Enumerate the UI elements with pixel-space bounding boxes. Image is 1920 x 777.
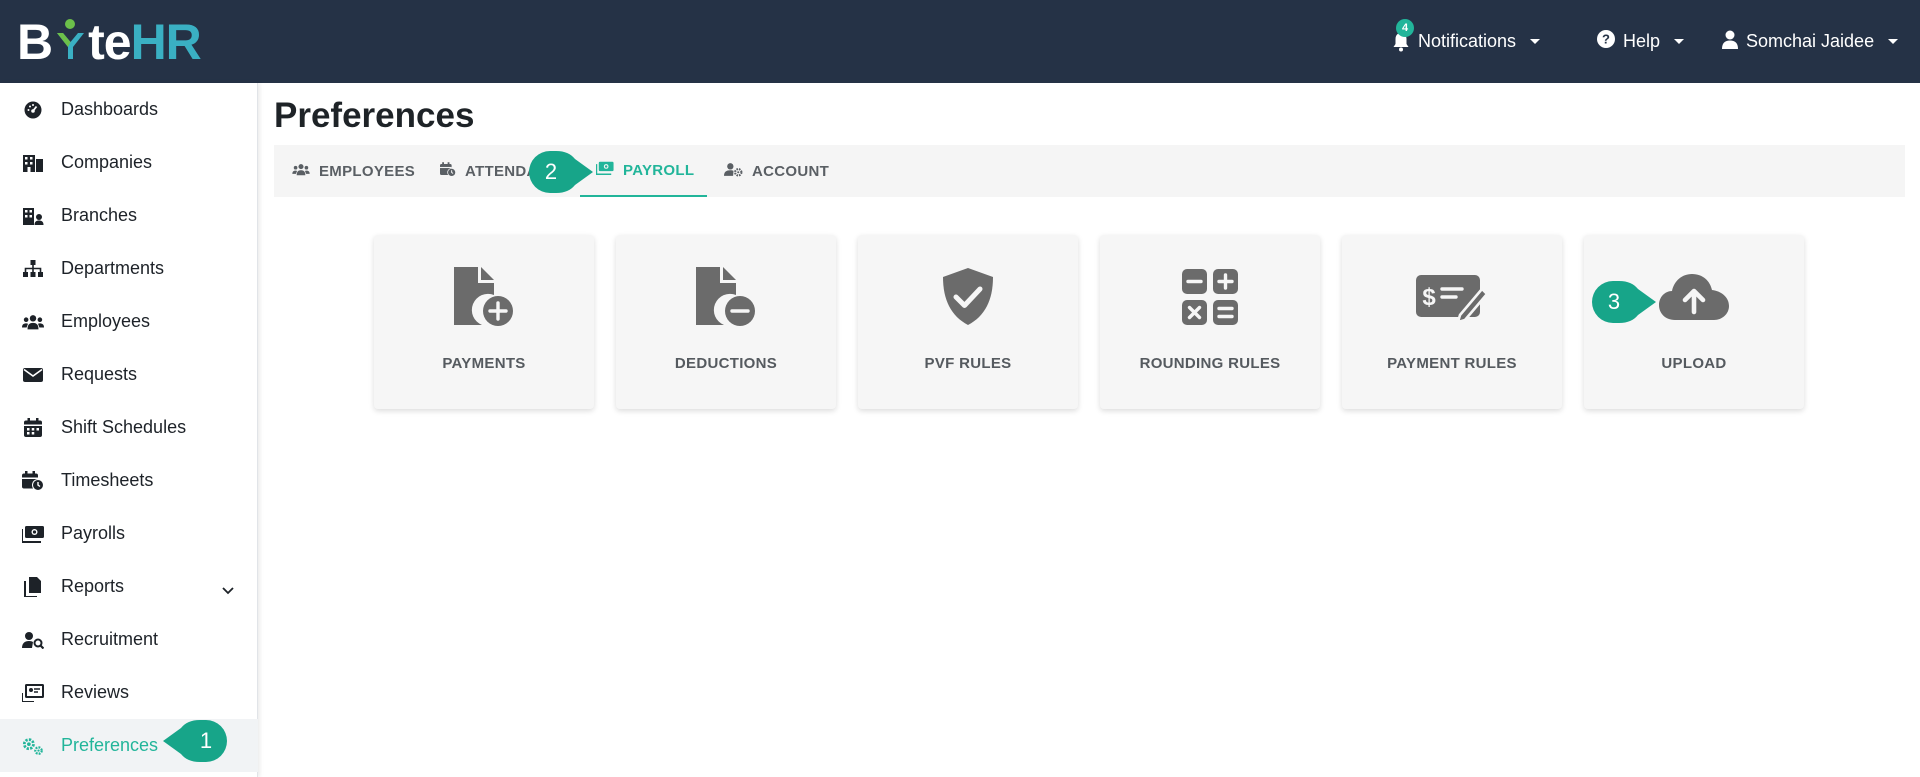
question-circle-icon: ? <box>1597 30 1615 53</box>
sidebar-item-label: Recruitment <box>61 629 159 649</box>
sidebar-item-label: Departments <box>61 258 165 278</box>
sidebar-item-label: Timesheets <box>61 470 154 490</box>
sidebar-item-requests[interactable]: Requests <box>0 348 258 401</box>
sidebar-item-companies[interactable]: Companies <box>0 136 258 189</box>
card-label: PAYMENTS <box>442 355 526 372</box>
user-gear-icon <box>724 162 743 181</box>
sidebar-item-label: Payrolls <box>61 523 126 543</box>
user-icon <box>1722 30 1738 54</box>
help-menu[interactable]: ? Help <box>1597 0 1685 83</box>
tab-account[interactable]: ACCOUNT <box>724 145 829 197</box>
card-label: PAYMENT RULES <box>1387 355 1517 372</box>
tab-label: PAYROLL <box>623 161 695 179</box>
sidebar-item-label: Preferences <box>61 735 159 755</box>
caret-down-icon <box>1530 39 1541 44</box>
sidebar-item-label: Employees <box>61 311 151 331</box>
card-label: ROUNDING RULES <box>1139 355 1281 372</box>
tab-label: EMPLOYEES <box>319 162 416 180</box>
page-title: Preferences <box>274 96 475 135</box>
caret-down-icon <box>1888 39 1899 44</box>
sidebar-item-employees[interactable]: Employees <box>0 295 258 348</box>
sidebar-item-dashboards[interactable]: Dashboards <box>0 83 258 136</box>
money-bill-icon <box>22 523 44 545</box>
users-icon <box>22 311 44 333</box>
branch-building-icon <box>22 205 44 227</box>
envelope-icon <box>22 364 44 386</box>
sidebar-item-label: Reports <box>61 576 125 596</box>
calendar-icon <box>22 417 44 439</box>
tab-employees[interactable]: EMPLOYEES <box>292 145 415 197</box>
preferences-tabbar: EMPLOYEES ATTENDA PAYROLL ACCOUNT <box>274 145 1905 197</box>
card-deductions[interactable]: DEDUCTIONS <box>616 235 836 409</box>
caret-down-icon <box>1674 39 1685 44</box>
tab-label: ATTENDA <box>465 162 538 180</box>
file-plus-icon <box>448 265 520 329</box>
bell-icon: 4 <box>1392 18 1414 52</box>
sidebar: Dashboards Companies Branches Department… <box>0 83 258 777</box>
sidebar-item-shift-schedules[interactable]: Shift Schedules <box>0 401 258 454</box>
sidebar-item-recruitment[interactable]: Recruitment <box>0 613 258 666</box>
sitemap-icon <box>22 258 44 280</box>
calendar-clock-icon <box>440 161 456 181</box>
tab-payroll[interactable]: PAYROLL <box>580 145 707 197</box>
svg-text:?: ? <box>1602 32 1610 47</box>
users-icon <box>292 163 310 180</box>
user-name-label: Somchai Jaidee <box>1746 31 1875 51</box>
user-menu[interactable]: Somchai Jaidee <box>1722 0 1899 83</box>
callout-number: 2 <box>544 159 558 184</box>
sidebar-item-label: Requests <box>61 364 138 384</box>
callout-number: 3 <box>1607 289 1621 314</box>
sidebar-item-reviews[interactable]: Reviews <box>0 666 258 719</box>
calculator-icon <box>1174 265 1246 329</box>
review-icon <box>22 682 44 704</box>
chevron-down-icon[interactable] <box>222 579 234 600</box>
calendar-clock-icon <box>22 470 44 492</box>
sidebar-item-departments[interactable]: Departments <box>0 242 258 295</box>
help-label: Help <box>1623 31 1661 51</box>
gauge-icon <box>22 99 44 121</box>
card-label: UPLOAD <box>1661 355 1727 372</box>
tab-attendance[interactable]: ATTENDA <box>440 145 538 197</box>
sidebar-item-payrolls[interactable]: Payrolls <box>0 507 258 560</box>
sidebar-item-label: Reviews <box>61 682 130 702</box>
gears-icon <box>22 735 44 757</box>
callout-number: 1 <box>199 728 213 753</box>
logo-text-te: te <box>88 14 131 70</box>
sidebar-item-timesheets[interactable]: Timesheets <box>0 454 258 507</box>
notifications-menu[interactable]: 4 Notifications <box>1392 0 1541 83</box>
sidebar-item-branches[interactable]: Branches <box>0 189 258 242</box>
top-navbar: B te HR 4 Notifications ? Help Somchai J… <box>0 0 1920 83</box>
money-check-pen-icon: $ <box>1416 265 1488 329</box>
copy-icon <box>22 576 44 598</box>
file-minus-icon <box>690 265 762 329</box>
app-logo[interactable]: B te HR <box>17 14 202 70</box>
card-pvf-rules[interactable]: PVF RULES <box>858 235 1078 409</box>
callout-marker-2: 2 <box>529 151 593 193</box>
logo-text-hr: HR <box>130 14 202 70</box>
card-payments[interactable]: PAYMENTS <box>374 235 594 409</box>
cloud-upload-icon <box>1658 265 1730 329</box>
notification-count-badge: 4 <box>1396 18 1414 37</box>
user-search-icon <box>22 629 44 651</box>
callout-marker-1: 1 <box>163 720 227 762</box>
card-label: PVF RULES <box>924 355 1012 372</box>
sidebar-item-label: Shift Schedules <box>61 417 187 437</box>
card-payment-rules[interactable]: $ PAYMENT RULES <box>1342 235 1562 409</box>
logo-figure-icon <box>53 17 87 67</box>
sidebar-item-label: Companies <box>61 152 153 172</box>
notifications-label: Notifications <box>1418 31 1517 51</box>
sidebar-item-label: Dashboards <box>61 99 159 119</box>
sidebar-item-reports[interactable]: Reports <box>0 560 258 613</box>
card-label: DEDUCTIONS <box>674 355 778 372</box>
logo-text-b: B <box>17 14 53 70</box>
callout-marker-3: 3 <box>1592 281 1656 323</box>
shield-check-icon <box>932 265 1004 329</box>
card-rounding-rules[interactable]: ROUNDING RULES <box>1100 235 1320 409</box>
svg-text:$: $ <box>1422 284 1436 311</box>
building-icon <box>22 152 44 174</box>
money-bill-icon <box>595 161 614 179</box>
sidebar-item-label: Branches <box>61 205 138 225</box>
tab-label: ACCOUNT <box>752 162 830 180</box>
